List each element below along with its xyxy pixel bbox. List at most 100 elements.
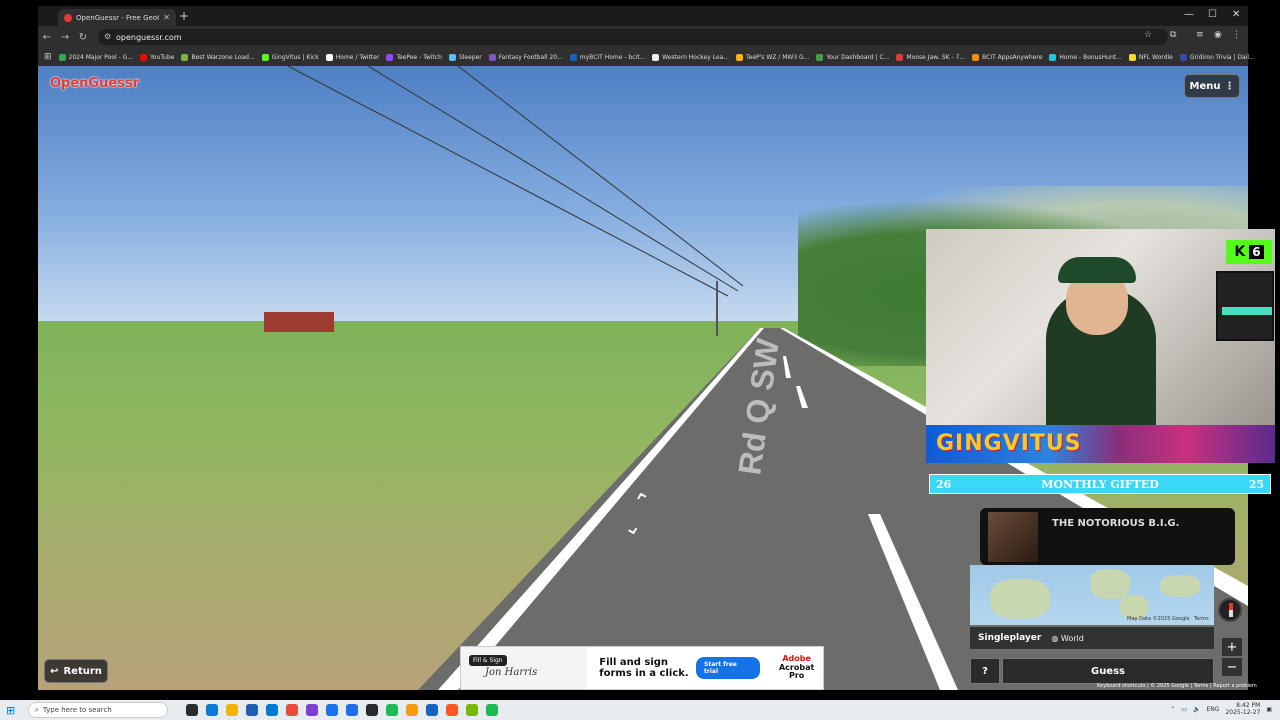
bookmarks-bar: ⊞ 2024 Major Pool - G... YouTube Best Warz… bbox=[38, 48, 1255, 66]
adobe-ad-banner[interactable]: Fill & Sign Jon Harris Fill and sign for… bbox=[460, 646, 824, 690]
reload-icon[interactable]: ↻ bbox=[74, 32, 92, 43]
map-terms-link[interactable]: Terms bbox=[1194, 616, 1209, 622]
kick-viewer-count: 6 bbox=[1249, 245, 1264, 259]
app-icon[interactable] bbox=[426, 704, 438, 716]
windows-start-icon[interactable]: ⊞ bbox=[6, 704, 20, 717]
chrome-icon[interactable] bbox=[286, 704, 298, 716]
bookmark-favicon-icon bbox=[896, 53, 904, 61]
bookmark-item[interactable]: myBCIT Home - bcit... bbox=[569, 53, 646, 61]
bookmark-item[interactable]: Gridiron Trivia | Dail... bbox=[1179, 53, 1255, 61]
close-window-icon[interactable]: ✕ bbox=[1232, 9, 1240, 20]
tray-chevron-icon[interactable]: ⌃ bbox=[1170, 706, 1175, 713]
browser-menu-icon[interactable]: ⋮ bbox=[1232, 30, 1241, 40]
bookmark-label: YouTube bbox=[150, 53, 175, 61]
help-button[interactable]: ? bbox=[970, 658, 1000, 684]
media-icon[interactable]: ≡ bbox=[1196, 30, 1204, 40]
search-icon: ⌕ bbox=[35, 705, 39, 714]
bookmark-label: GingVitus | Kick bbox=[271, 53, 319, 61]
profile-icon[interactable]: ◉ bbox=[1214, 30, 1222, 40]
bookmark-item[interactable]: YouTube bbox=[140, 53, 175, 61]
app-icon[interactable] bbox=[326, 704, 338, 716]
close-tab-icon[interactable]: ✕ bbox=[163, 13, 170, 22]
bookmark-item[interactable]: TeeP's WZ / MW3 G... bbox=[736, 53, 809, 61]
forward-icon[interactable]: → bbox=[56, 32, 74, 43]
bookmark-label: myBCIT Home - bcit... bbox=[579, 53, 646, 61]
bookmark-item[interactable]: Sleeper bbox=[448, 53, 482, 61]
bookmark-label: Fantasy Football 20... bbox=[498, 53, 563, 61]
bookmark-item[interactable]: 2024 Major Pool - G... bbox=[58, 53, 133, 61]
notification-icon[interactable]: ▣ bbox=[1266, 706, 1272, 713]
new-tab-icon[interactable]: + bbox=[179, 9, 189, 23]
album-art bbox=[988, 512, 1038, 562]
app-icon[interactable] bbox=[446, 704, 458, 716]
app-icon[interactable] bbox=[366, 704, 378, 716]
globe-icon: ◍ bbox=[1051, 633, 1059, 643]
bookmark-item[interactable]: Western Hockey Lea... bbox=[652, 53, 729, 61]
now-playing-widget: THE NOTORIOUS B.I.G. bbox=[980, 508, 1235, 565]
ad-start-trial-button[interactable]: Start free trial bbox=[696, 657, 761, 679]
tab-openguessr[interactable]: OpenGuessr - Free GeoGuessr... ✕ bbox=[58, 9, 176, 26]
mail-icon[interactable] bbox=[266, 704, 278, 716]
edge-icon[interactable] bbox=[206, 704, 218, 716]
taskbar-apps bbox=[186, 704, 498, 716]
menu-label: Menu bbox=[1189, 80, 1221, 92]
bookmark-item[interactable]: NFL Wordle bbox=[1128, 53, 1173, 61]
compass-icon[interactable] bbox=[1218, 598, 1242, 622]
now-playing-artist: THE NOTORIOUS B.I.G. bbox=[1052, 518, 1180, 529]
bookmark-favicon-icon bbox=[140, 53, 148, 61]
bookmark-item[interactable]: Home - BonusHunt... bbox=[1049, 53, 1122, 61]
clock-time: 8:42 PM bbox=[1236, 702, 1261, 709]
game-mode-bar: Singleplayer ◍ World bbox=[970, 627, 1214, 649]
apps-grid-icon[interactable]: ⊞ bbox=[44, 52, 52, 62]
bookmark-label: Best Warzone Load... bbox=[191, 53, 255, 61]
ad-brand-top: Adobe bbox=[782, 653, 811, 663]
task-view-icon[interactable] bbox=[186, 704, 198, 716]
nvidia-icon[interactable] bbox=[466, 704, 478, 716]
app-icon[interactable] bbox=[406, 704, 418, 716]
bookmark-favicon-icon bbox=[448, 53, 456, 61]
openguessr-favicon-icon bbox=[64, 13, 72, 22]
openguessr-logo[interactable]: OpenGuessr bbox=[50, 76, 139, 91]
zoom-in-icon[interactable]: + bbox=[1222, 638, 1242, 656]
address-bar[interactable]: ⚙ openguessr.com bbox=[98, 29, 1168, 45]
app-icon[interactable] bbox=[306, 704, 318, 716]
bookmark-item[interactable]: GingVitus | Kick bbox=[261, 53, 319, 61]
ad-headline: Fill and sign forms in a click. bbox=[599, 657, 689, 679]
bookmark-star-icon[interactable]: ☆ bbox=[1144, 30, 1152, 40]
lang-indicator[interactable]: ENG bbox=[1207, 706, 1220, 713]
spotify-icon[interactable] bbox=[386, 704, 398, 716]
menu-button[interactable]: Menu ⋮ bbox=[1184, 74, 1240, 98]
bookmark-favicon-icon bbox=[1179, 53, 1187, 61]
bookmark-item[interactable]: Fantasy Football 20... bbox=[488, 53, 563, 61]
site-info-icon[interactable]: ⚙ bbox=[104, 32, 111, 41]
spotify-icon[interactable] bbox=[486, 704, 498, 716]
back-icon[interactable]: ← bbox=[38, 32, 56, 43]
bookmark-item[interactable]: Home / Twitter bbox=[325, 53, 379, 61]
bookmark-item[interactable]: BCIT AppsAnywhere bbox=[972, 53, 1042, 61]
bookmark-favicon-icon bbox=[972, 53, 980, 61]
tab-title: OpenGuessr - Free GeoGuessr... bbox=[76, 13, 159, 22]
bookmark-item[interactable]: Best Warzone Load... bbox=[181, 53, 255, 61]
store-icon[interactable] bbox=[246, 704, 258, 716]
bookmark-label: TeePee - Twitch bbox=[396, 53, 442, 61]
taskbar-search[interactable]: ⌕ Type here to search bbox=[28, 702, 168, 718]
extensions-icon[interactable]: ⧉ bbox=[1170, 30, 1176, 40]
bookmark-item[interactable]: Moose Jaw, SK - 7... bbox=[896, 53, 965, 61]
search-placeholder: Type here to search bbox=[42, 706, 112, 714]
bookmark-label: Home - BonusHunt... bbox=[1059, 53, 1122, 61]
return-button[interactable]: ↩ Return bbox=[44, 659, 108, 683]
network-icon[interactable]: ▭ bbox=[1181, 706, 1187, 713]
bookmark-item[interactable]: TeePee - Twitch bbox=[386, 53, 442, 61]
app-icon[interactable] bbox=[346, 704, 358, 716]
bookmark-favicon-icon bbox=[736, 53, 743, 61]
file-explorer-icon[interactable] bbox=[226, 704, 238, 716]
maximize-icon[interactable]: ☐ bbox=[1208, 9, 1217, 20]
nav-bar: ← → ↻ ⚙ openguessr.com ☆ ⧉ ≡ ◉ ⋮ bbox=[38, 26, 1248, 48]
volume-icon[interactable]: 🔈 bbox=[1193, 706, 1200, 713]
map-attribution: Map Data ©2025 Google bbox=[1127, 616, 1190, 622]
guess-button[interactable]: Guess bbox=[1002, 658, 1214, 684]
zoom-out-icon[interactable]: − bbox=[1222, 658, 1242, 676]
bookmark-item[interactable]: Your Dashboard | C... bbox=[816, 53, 889, 61]
minimize-icon[interactable]: — bbox=[1184, 9, 1194, 20]
clock[interactable]: 8:42 PM 2025-12-27 bbox=[1225, 702, 1260, 716]
